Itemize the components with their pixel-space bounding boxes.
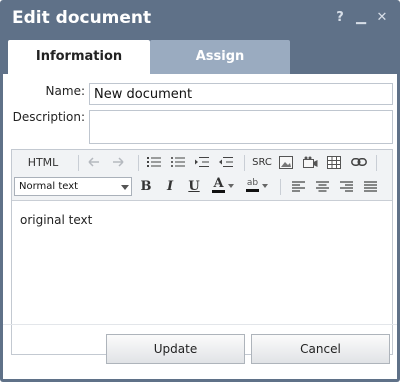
bullet-list-icon[interactable]: [144, 152, 164, 172]
align-left-icon[interactable]: [288, 176, 308, 196]
indent-icon[interactable]: [192, 152, 212, 172]
close-icon[interactable]: ✕: [376, 9, 388, 27]
video-icon[interactable]: [300, 152, 320, 172]
image-icon[interactable]: [276, 152, 296, 172]
window-controls: ? ▁ ✕: [334, 9, 388, 27]
source-button[interactable]: SRC: [250, 152, 274, 172]
cancel-button[interactable]: Cancel: [251, 334, 390, 364]
redo-icon[interactable]: [108, 152, 128, 172]
toolbar-separator: [280, 179, 281, 195]
chevron-down-icon: [262, 184, 269, 188]
numbered-list-icon[interactable]: [168, 152, 188, 172]
underline-button[interactable]: U: [184, 176, 204, 196]
align-right-icon[interactable]: [336, 176, 356, 196]
highlight-color-button[interactable]: ab: [240, 176, 274, 196]
description-input[interactable]: [89, 110, 393, 144]
toolbar-separator: [138, 155, 139, 171]
chevron-down-icon: [121, 185, 129, 190]
footer-divider: [3, 324, 397, 325]
toolbar-separator: [376, 155, 377, 171]
name-input[interactable]: [89, 83, 393, 105]
toolbar-row-2: Normal text B I U A ab: [12, 176, 392, 198]
help-icon[interactable]: ?: [334, 9, 346, 27]
html-mode-button[interactable]: HTML: [20, 152, 66, 172]
font-color-icon: A: [212, 175, 225, 193]
information-panel: Name: Description: HTML: [3, 74, 397, 379]
toolbar-separator: [244, 155, 245, 171]
editor-toolbar: HTML SRC Normal text B I U A ab: [12, 150, 392, 201]
format-select[interactable]: Normal text: [14, 177, 132, 196]
outdent-icon[interactable]: [216, 152, 236, 172]
align-center-icon[interactable]: [312, 176, 332, 196]
align-justify-icon[interactable]: [360, 176, 380, 196]
table-icon[interactable]: [324, 152, 344, 172]
edit-document-dialog: Edit document ? ▁ ✕ Information Assign N…: [0, 0, 400, 382]
tab-information[interactable]: Information: [8, 40, 150, 74]
toolbar-row-1: HTML SRC: [12, 152, 392, 174]
highlight-icon: ab: [245, 178, 260, 192]
font-color-button[interactable]: A: [208, 176, 238, 196]
link-icon[interactable]: [348, 152, 370, 172]
italic-button[interactable]: I: [160, 176, 180, 196]
toolbar-separator: [78, 155, 79, 171]
tab-assign[interactable]: Assign: [150, 40, 290, 74]
dialog-title: Edit document: [12, 8, 152, 28]
chevron-down-icon: [227, 184, 234, 188]
minimize-icon[interactable]: ▁: [355, 9, 367, 27]
format-select-value: Normal text: [19, 181, 79, 192]
bold-button[interactable]: B: [136, 176, 156, 196]
description-label: Description:: [12, 110, 85, 124]
undo-icon[interactable]: [84, 152, 104, 172]
title-bar: Edit document ? ▁ ✕: [0, 0, 400, 40]
name-label: Name:: [45, 84, 85, 98]
editor-content[interactable]: original text: [20, 213, 92, 227]
update-button[interactable]: Update: [106, 334, 245, 364]
